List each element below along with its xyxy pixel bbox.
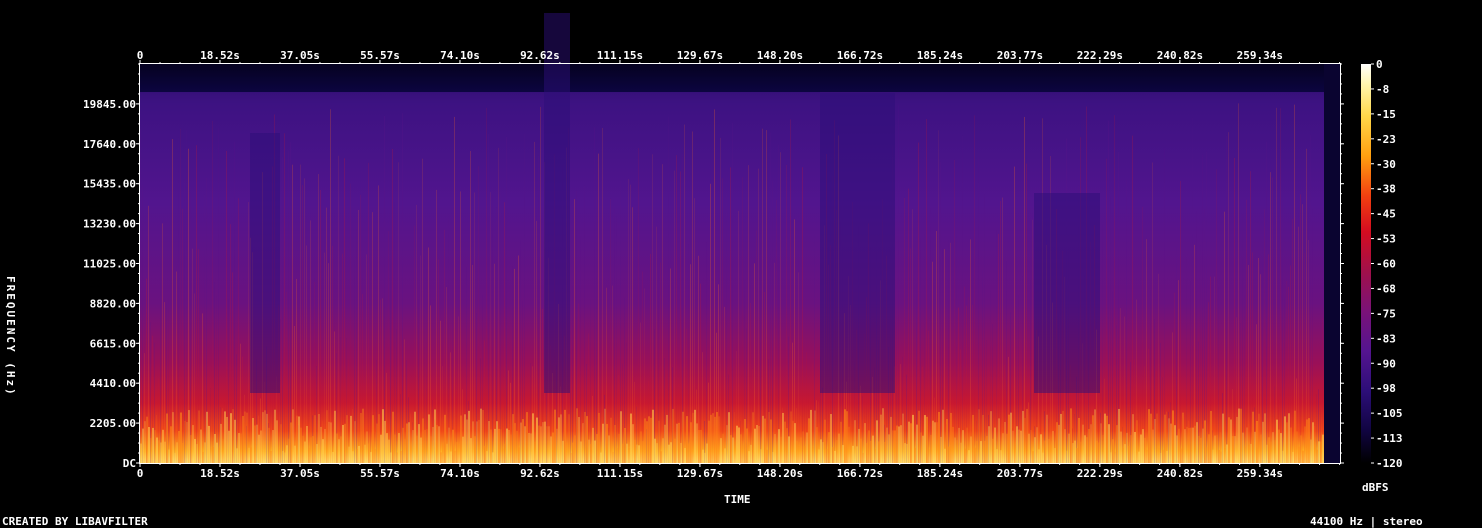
x-tick-label-top: 185.24s <box>917 49 963 62</box>
x-tick-label-top: 148.20s <box>757 49 803 62</box>
colorbar-tick-label: -75 <box>1376 307 1396 320</box>
x-tick-label-bottom: 129.67s <box>677 467 723 480</box>
x-tick-label-top: 92.62s <box>520 49 560 62</box>
colorbar: 0 -8 -15 -23 -30 -38 -45 -53 -60 -68 -75 -83 -90 -98 -… <box>1361 58 1403 470</box>
colorbar-tick-label: -38 <box>1376 183 1396 196</box>
x-tick-label-top: 259.34s <box>1237 49 1283 62</box>
x-tick-label-top: 166.72s <box>837 49 883 62</box>
y-tick-label: 11025.00 <box>83 258 136 271</box>
x-tick-label-bottom: 185.24s <box>917 467 963 480</box>
x-tick-label-bottom: 240.82s <box>1157 467 1203 480</box>
x-tick-label-bottom: 37.05s <box>280 467 320 480</box>
x-tick-label-bottom: 55.57s <box>360 467 400 480</box>
y-tick-label: 19845.00 <box>83 98 136 111</box>
y-tick-label: 8820.00 <box>90 297 136 310</box>
x-axis-top: 0 18.52s 37.05s 55.57s 74.10s 92.62s 111.15s 12… <box>137 49 1341 64</box>
x-tick-label-top: 37.05s <box>280 49 320 62</box>
footer-info: 44100 Hz | stereo <box>1310 515 1423 528</box>
y-tick-label: 6615.00 <box>90 337 136 350</box>
colorbar-tick-label: -98 <box>1376 382 1396 395</box>
colorbar-tick-label: -90 <box>1376 357 1396 370</box>
x-tick-label-bottom: 203.77s <box>997 467 1043 480</box>
x-tick-label-bottom: 222.29s <box>1077 467 1123 480</box>
colorbar-tick-label: -68 <box>1376 282 1396 295</box>
x-tick-label-top: 240.82s <box>1157 49 1203 62</box>
x-tick-label-bottom: 259.34s <box>1237 467 1283 480</box>
nyquist-band <box>140 64 1340 93</box>
silence-tail <box>1324 64 1340 463</box>
colorbar-tick-label: -53 <box>1376 233 1396 246</box>
colorbar-tick-label: -23 <box>1376 133 1396 146</box>
spectrogram-chart: 0 18.52s 37.05s 55.57s 74.10s 92.62s 111.15s 12… <box>83 13 1403 480</box>
x-tick-label-top: 111.15s <box>597 49 643 62</box>
x-axis-bottom: 0 18.52s 37.05s 55.57s 74.10s 92.62s 111.15s 12… <box>137 463 1341 480</box>
colorbar-tick-label: -120 <box>1376 457 1403 470</box>
x-tick-label-top: 203.77s <box>997 49 1043 62</box>
colorbar-tick-label: -113 <box>1376 432 1403 445</box>
x-tick-label-top: 18.52s <box>200 49 240 62</box>
x-tick-label-bottom: 92.62s <box>520 467 560 480</box>
colorbar-tick-label: 0 <box>1376 58 1383 71</box>
x-tick-label-bottom: 148.20s <box>757 467 803 480</box>
footer-credit: CREATED BY LIBAVFILTER <box>2 515 148 528</box>
x-tick-label-top: 222.29s <box>1077 49 1123 62</box>
y-tick-label: 13230.00 <box>83 218 136 231</box>
x-tick-label-top: 129.67s <box>677 49 723 62</box>
x-tick-label-bottom: 166.72s <box>837 467 883 480</box>
x-tick-label-bottom: 74.10s <box>440 467 480 480</box>
colorbar-gradient <box>1361 64 1371 463</box>
x-axis-label: TIME <box>724 493 751 506</box>
colorbar-label: dBFS <box>1362 481 1389 494</box>
x-tick-label-top: 0 <box>137 49 144 62</box>
x-tick-label-bottom: 18.52s <box>200 467 240 480</box>
plot-area <box>139 13 1341 464</box>
colorbar-tick-label: -105 <box>1376 407 1403 420</box>
y-tick-label: 15435.00 <box>83 178 136 191</box>
colorbar-tick-label: -83 <box>1376 332 1396 345</box>
colorbar-tick-label: -60 <box>1376 258 1396 271</box>
x-tick-label-bottom: 111.15s <box>597 467 643 480</box>
y-tick-label: 17640.00 <box>83 138 136 151</box>
y-axis-label: FREQUENCY (Hz) <box>4 276 17 397</box>
x-tick-label-top: 74.10s <box>440 49 480 62</box>
colorbar-tick-label: -45 <box>1376 208 1396 221</box>
colorbar-tick-label: -15 <box>1376 108 1396 121</box>
y-tick-label: 2205.00 <box>90 417 136 430</box>
x-tick-label-top: 55.57s <box>360 49 400 62</box>
colorbar-tick-label: -8 <box>1376 83 1389 96</box>
y-tick-label: 4410.00 <box>90 377 136 390</box>
x-tick-label-bottom: 0 <box>137 467 144 480</box>
colorbar-tick-label: -30 <box>1376 158 1396 171</box>
y-tick-label: DC <box>123 457 136 470</box>
